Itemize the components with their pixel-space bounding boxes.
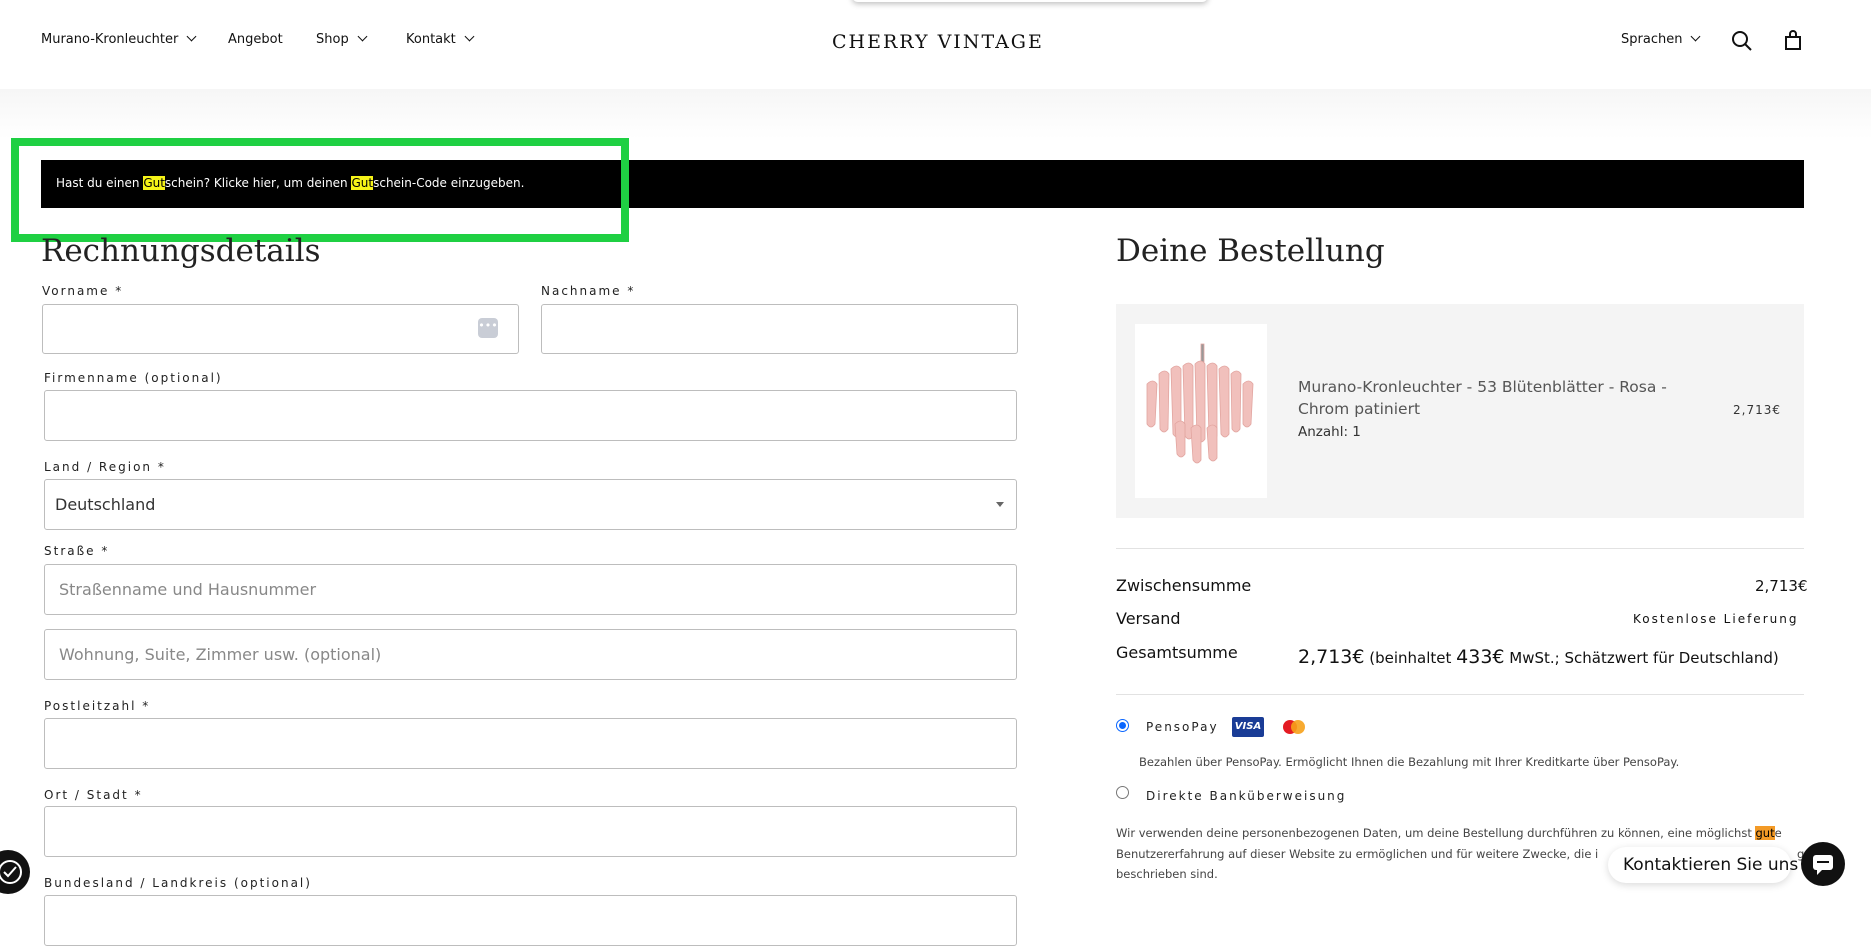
last-name-input[interactable] [541, 304, 1018, 354]
nav-murano-kronleuchter[interactable]: Murano-Kronleuchter [41, 31, 197, 47]
country-label: Land / Region * [44, 460, 166, 474]
company-input[interactable] [44, 390, 1017, 441]
company-label: Firmenname (optional) [44, 371, 223, 385]
postcode-label: Postleitzahl * [44, 699, 151, 713]
country-select[interactable]: Deutschland [44, 479, 1017, 530]
shipping-value: Kostenlose Lieferung [1633, 612, 1799, 626]
product-thumbnail [1135, 324, 1267, 498]
chat-label[interactable]: Kontaktieren Sie uns [1623, 855, 1798, 875]
product-name: Murano-Kronleuchter - 53 Blütenblätter -… [1298, 378, 1667, 418]
shopping-bag-icon[interactable] [1784, 30, 1802, 55]
search-highlight: gut [1755, 826, 1775, 840]
street-label: Straße * [44, 544, 110, 558]
city-label: Ort / Stadt * [44, 788, 143, 802]
city-input[interactable] [44, 806, 1017, 857]
first-name-input[interactable] [42, 304, 519, 354]
nav-label: Angebot [228, 32, 283, 47]
country-value: Deutschland [55, 495, 156, 514]
nav-label: Kontakt [406, 32, 456, 47]
brand-logo[interactable]: CHERRY VINTAGE [832, 31, 1044, 53]
product-price: 2,713€ [1733, 403, 1781, 417]
autofill-icon[interactable]: ••• [478, 318, 498, 338]
order-heading: Deine Bestellung [1116, 233, 1385, 269]
state-label: Bundesland / Landkreis (optional) [44, 876, 312, 890]
nav-label: Murano-Kronleuchter [41, 32, 179, 47]
billing-heading: Rechnungsdetails [41, 233, 321, 269]
nav-kontakt[interactable]: Kontakt [406, 31, 475, 47]
state-input[interactable] [44, 895, 1017, 946]
dropdown-caret-icon [996, 502, 1004, 507]
pensopay-label[interactable]: PensoPay [1146, 720, 1219, 734]
chevron-down-icon [1691, 31, 1701, 42]
chevron-down-icon [464, 31, 475, 42]
total-line: 2,713€ (beinhaltet 433€ MwSt.; Schätzwer… [1298, 646, 1779, 668]
subtotal-value: 2,713€ [1755, 577, 1808, 595]
first-name-label: Vorname * [42, 284, 124, 298]
language-switcher[interactable]: Sprachen [1621, 31, 1701, 47]
divider [1116, 694, 1804, 695]
language-label: Sprachen [1621, 32, 1683, 47]
tax-amount: 433€ [1456, 646, 1505, 668]
shipping-label: Versand [1116, 609, 1181, 628]
chevron-down-icon [186, 31, 197, 42]
bank-transfer-radio[interactable] [1116, 786, 1129, 799]
nav-angebot[interactable]: Angebot [228, 32, 283, 47]
header-shadow-band [0, 89, 1871, 139]
subtotal-label: Zwischensumme [1116, 576, 1252, 595]
search-icon[interactable] [1731, 30, 1753, 56]
privacy-text-line2: Benutzererfahrung auf dieser Website zu … [1116, 847, 1599, 861]
mastercard-icon [1282, 718, 1306, 740]
address2-input[interactable]: Wohnung, Suite, Zimmer usw. (optional) [44, 629, 1017, 680]
street-input[interactable]: Straßenname und Hausnummer [44, 564, 1017, 615]
total-label: Gesamtsumme [1116, 643, 1238, 662]
accessibility-button[interactable] [0, 850, 30, 894]
address2-placeholder: Wohnung, Suite, Zimmer usw. (optional) [59, 645, 382, 664]
chevron-down-icon [357, 31, 368, 42]
nav-shop[interactable]: Shop [316, 31, 368, 47]
privacy-text-line3: beschrieben sind. [1116, 867, 1218, 881]
tax-prefix: (beinhaltet [1369, 649, 1457, 667]
postcode-input[interactable] [44, 718, 1017, 769]
total-value: 2,713€ [1298, 646, 1365, 668]
visa-icon: VISA [1232, 717, 1264, 737]
chat-button[interactable] [1801, 842, 1845, 886]
product-quantity: Anzahl: 1 [1298, 424, 1361, 440]
privacy-text-b: e [1774, 826, 1782, 840]
pensopay-description: Bezahlen über PensoPay. Ermöglicht Ihnen… [1139, 755, 1680, 769]
street-placeholder: Straßenname und Hausnummer [59, 580, 317, 599]
tax-suffix: MwSt.; Schätzwert für Deutschland) [1504, 649, 1779, 667]
privacy-text-line1: Wir verwenden deine personenbezogenen Da… [1116, 826, 1782, 840]
nav-label: Shop [316, 32, 349, 47]
last-name-label: Nachname * [541, 284, 636, 298]
top-popup-edge [852, 0, 1208, 2]
annotation-highlight-box [11, 138, 629, 242]
pensopay-radio[interactable] [1116, 719, 1129, 732]
divider [1116, 548, 1804, 549]
bank-transfer-label[interactable]: Direkte Banküberweisung [1146, 789, 1346, 803]
privacy-text-a: Wir verwenden deine personenbezogenen Da… [1116, 826, 1756, 840]
